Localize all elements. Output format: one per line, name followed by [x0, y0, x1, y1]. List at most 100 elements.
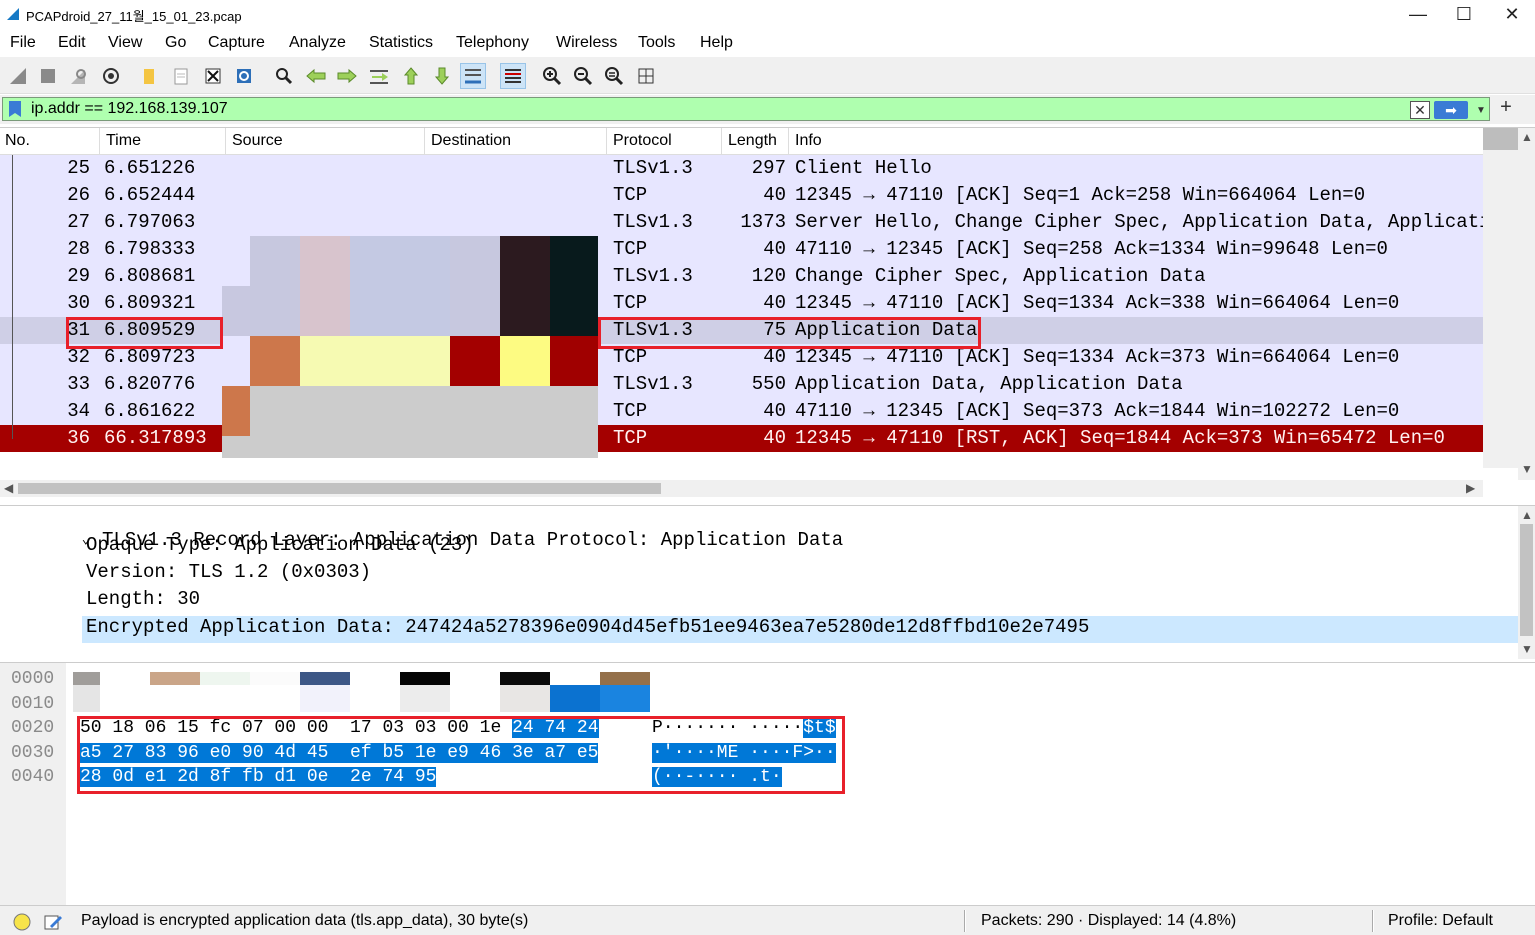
packet-details-pane: ⌄ TLSv1.3 Record Layer: Application Data … — [0, 505, 1535, 659]
packet-info: Application Data, Application Data — [795, 373, 1183, 395]
packet-no: 29 — [67, 265, 90, 287]
add-filter-button-icon[interactable]: + — [1496, 95, 1516, 119]
details-scrollbar-thumb[interactable] — [1520, 524, 1533, 636]
packet-time: 6.809723 — [104, 346, 196, 368]
scroll-up-icon[interactable]: ▲ — [1521, 130, 1533, 144]
display-filter-bar: ✕ ➡ ▼ + — [0, 95, 1535, 124]
detail-length[interactable]: Length: 30 — [86, 588, 200, 615]
menu-analyze[interactable]: Analyze — [289, 34, 346, 52]
find-packet-icon[interactable] — [271, 63, 297, 89]
packet-time: 6.809321 — [104, 292, 196, 314]
apply-filter-icon[interactable]: ➡ — [1434, 101, 1468, 119]
column-no[interactable]: No. — [5, 132, 30, 150]
packet-protocol: TLSv1.3 — [613, 373, 693, 395]
expert-info-icon[interactable] — [12, 912, 32, 932]
packet-no: 34 — [67, 400, 90, 422]
column-length[interactable]: Length — [728, 132, 777, 150]
menu-capture[interactable]: Capture — [208, 34, 265, 52]
packet-row[interactable]: 28 6.798333 TCP 40 47110 → 12345 [ACK] Seq=2… — [0, 236, 1483, 263]
packet-protocol: TCP — [613, 400, 648, 422]
maximize-button[interactable]: ☐ — [1441, 0, 1487, 28]
details-scroll-up-icon[interactable]: ▲ — [1521, 508, 1533, 522]
highlight-box-app-data — [598, 317, 981, 349]
reload-file-icon[interactable] — [231, 63, 257, 89]
packet-comment-icon[interactable] — [43, 912, 63, 932]
resize-columns-icon[interactable] — [633, 63, 659, 89]
column-destination[interactable]: Destination — [431, 132, 511, 150]
column-info[interactable]: Info — [795, 132, 822, 150]
detail-opaque-type[interactable]: Opaque Type: Application Data (23) — [86, 534, 474, 561]
status-message: Payload is encrypted application data (t… — [81, 912, 529, 929]
zoom-out-icon[interactable] — [570, 63, 596, 89]
close-button[interactable]: ✕ — [1489, 0, 1535, 28]
packet-length: 40 — [763, 184, 786, 206]
normal-size-icon[interactable] — [601, 63, 627, 89]
packet-time: 6.808681 — [104, 265, 196, 287]
packet-info: 12345 → 47110 [ACK] Seq=1334 Ack=373 Win… — [795, 346, 1400, 368]
display-filter-input[interactable] — [31, 100, 1381, 118]
scroll-right-icon[interactable]: ▶ — [1466, 481, 1475, 495]
column-time[interactable]: Time — [106, 132, 141, 150]
packet-time: 6.651226 — [104, 157, 196, 179]
zoom-in-icon[interactable] — [539, 63, 565, 89]
hex-offset-0040: 0040 — [11, 767, 55, 787]
menu-statistics[interactable]: Statistics — [369, 34, 433, 52]
menu-wireless[interactable]: Wireless — [556, 34, 617, 52]
menu-help[interactable]: Help — [700, 34, 733, 52]
filter-bookmark-icon[interactable] — [9, 101, 21, 117]
packet-info: Server Hello, Change Cipher Spec, Applic… — [795, 211, 1491, 233]
minimize-button[interactable]: — — [1395, 0, 1441, 28]
auto-scroll-icon[interactable] — [460, 63, 486, 89]
stop-capture-icon[interactable] — [35, 63, 61, 89]
packet-row[interactable]: 26 6.652444 TCP 40 12345 → 47110 [ACK] Seq=1… — [0, 182, 1483, 209]
packet-list-horizontal-scrollbar[interactable]: ◀ ▶ — [0, 480, 1483, 497]
scroll-left-icon[interactable]: ◀ — [4, 481, 13, 495]
packet-no: 26 — [67, 184, 90, 206]
go-first-packet-icon[interactable] — [398, 63, 424, 89]
save-file-icon[interactable] — [168, 63, 194, 89]
packet-row[interactable]: 25 6.651226 TLSv1.3 297 Client Hello — [0, 155, 1483, 182]
menu-tools[interactable]: Tools — [638, 34, 675, 52]
packet-time: 6.798333 — [104, 238, 196, 260]
packet-info: Client Hello — [795, 157, 932, 179]
menu-go[interactable]: Go — [165, 34, 186, 52]
clear-filter-icon[interactable]: ✕ — [1410, 101, 1430, 119]
start-capture-icon[interactable] — [5, 63, 31, 89]
menu-edit[interactable]: Edit — [58, 34, 86, 52]
packet-list-vertical-scrollbar[interactable] — [1483, 128, 1518, 480]
restart-capture-icon[interactable] — [66, 63, 92, 89]
hex-offset-0000: 0000 — [11, 669, 55, 689]
detail-tls-record-layer[interactable]: ⌄ TLSv1.3 Record Layer: Application Data … — [36, 507, 844, 551]
open-file-icon[interactable] — [136, 63, 162, 89]
go-last-packet-icon[interactable] — [429, 63, 455, 89]
colorize-icon[interactable] — [500, 63, 526, 89]
filter-history-dropdown-icon[interactable]: ▼ — [1472, 101, 1490, 119]
details-scroll-down-icon[interactable]: ▼ — [1521, 642, 1533, 656]
menu-file[interactable]: File — [10, 34, 36, 52]
menu-telephony[interactable]: Telephony — [456, 34, 529, 52]
scrollbar-thumb[interactable] — [1483, 128, 1518, 150]
go-back-icon[interactable] — [303, 63, 329, 89]
packet-list-minimap[interactable]: ▲ ▼ — [1518, 128, 1535, 480]
column-source[interactable]: Source — [232, 132, 283, 150]
details-scrollbar[interactable]: ▲ ▼ — [1518, 506, 1535, 659]
packet-row[interactable]: 27 6.797063 TLSv1.3 1373 Server Hello, Chang… — [0, 209, 1491, 236]
menu-view[interactable]: View — [108, 34, 142, 52]
detail-version[interactable]: Version: TLS 1.2 (0x0303) — [86, 561, 371, 588]
packet-no: 27 — [67, 211, 90, 233]
packet-length: 120 — [751, 265, 786, 287]
packet-protocol: TCP — [613, 346, 648, 368]
packet-length: 40 — [763, 292, 786, 314]
close-file-icon[interactable] — [200, 63, 226, 89]
horizontal-scrollbar-thumb[interactable] — [18, 483, 661, 494]
detail-encrypted-app-data[interactable]: Encrypted Application Data: 247424a52783… — [82, 616, 1518, 643]
capture-options-icon[interactable] — [98, 63, 124, 89]
status-bar: Payload is encrypted application data (t… — [0, 905, 1535, 935]
packet-time: 6.652444 — [104, 184, 196, 206]
packet-list: No. Time Source Destination Protocol Len… — [0, 127, 1535, 497]
status-profile[interactable]: Profile: Default — [1388, 912, 1493, 930]
go-forward-icon[interactable] — [334, 63, 360, 89]
column-protocol[interactable]: Protocol — [613, 132, 672, 150]
scroll-down-icon[interactable]: ▼ — [1521, 462, 1533, 476]
go-to-packet-icon[interactable] — [366, 63, 392, 89]
